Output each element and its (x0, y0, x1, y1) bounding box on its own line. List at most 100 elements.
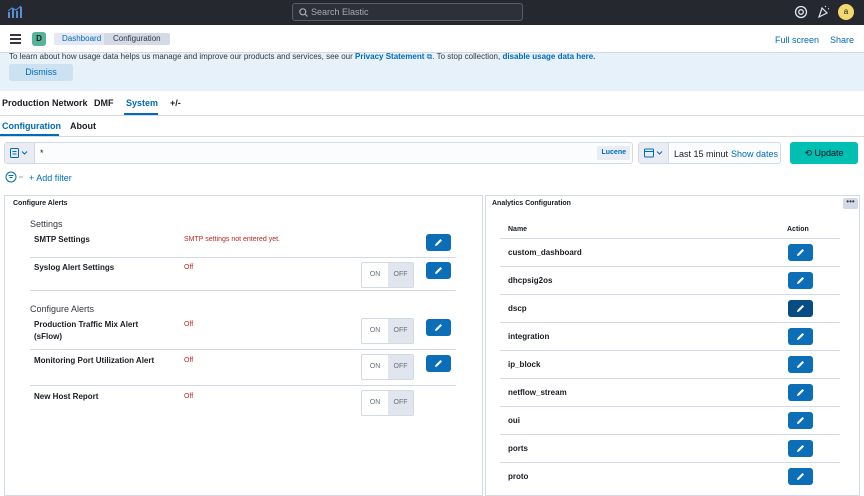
pencil-icon (435, 324, 442, 331)
pencil-icon (797, 389, 804, 396)
query-value: * (40, 148, 44, 158)
tab-about[interactable]: About (70, 121, 96, 131)
pencil-icon (797, 249, 804, 256)
edit-row-button[interactable] (788, 244, 813, 261)
alert-name: SMTP Settings (34, 235, 90, 244)
date-picker[interactable]: Last 15 minut Show dates (638, 142, 781, 164)
privacy-statement-link[interactable]: Privacy Statement (355, 52, 424, 61)
dismiss-button[interactable]: Dismiss (9, 64, 73, 81)
filter-options-icon[interactable] (5, 171, 25, 185)
toggle-on[interactable]: ON (362, 355, 388, 379)
edit-row-button[interactable] (788, 272, 813, 289)
row-name: dscp (508, 304, 527, 313)
newsfeed-cheer-icon[interactable] (816, 5, 830, 19)
edit-row-button[interactable] (788, 440, 813, 457)
table-row: netflow_stream (500, 379, 840, 407)
tab-add-remove[interactable]: +/- (170, 98, 181, 108)
panel-options-icon[interactable]: ••• (843, 198, 858, 209)
full-screen-link[interactable]: Full screen (775, 35, 819, 45)
query-language-button[interactable]: Lucene (597, 146, 630, 160)
pencil-icon (435, 360, 442, 367)
syslog-toggle[interactable]: ON OFF (361, 262, 414, 288)
edit-row-button[interactable] (788, 384, 813, 401)
row-name: ports (508, 444, 528, 453)
tab-configuration[interactable]: Configuration (2, 121, 61, 131)
row-name: netflow_stream (508, 388, 567, 397)
toggle-on[interactable]: ON (362, 319, 388, 343)
pencil-icon (797, 305, 804, 312)
pencil-icon (435, 267, 442, 274)
edit-row-button[interactable] (788, 412, 813, 429)
column-header-action: Action (787, 226, 809, 233)
help-lifebuoy-icon[interactable] (794, 5, 808, 19)
time-range-text: Last 15 minut (674, 149, 729, 159)
alert-status: Off (184, 357, 194, 364)
configure-alerts-heading: Configure Alerts (30, 304, 95, 314)
edit-row-button[interactable] (788, 328, 813, 345)
breadcrumb-dashboard[interactable]: Dashboard (54, 33, 112, 45)
add-filter-button[interactable]: + Add filter (29, 173, 72, 183)
saved-query-menu[interactable] (5, 143, 35, 163)
query-input[interactable]: * Lucene (4, 142, 633, 164)
alert-row-new-host: New Host Report Off ON OFF (30, 386, 456, 418)
edit-smtp-button[interactable] (426, 234, 451, 251)
row-name: ip_block (508, 360, 541, 369)
pencil-icon (797, 445, 804, 452)
show-dates-link[interactable]: Show dates (731, 149, 778, 159)
alert-name: Monitoring Port Utilization Alert (34, 356, 155, 365)
alert-status: SMTP settings not entered yet. (184, 236, 280, 243)
breadcrumb-configuration: Configuration (104, 33, 170, 45)
tab-production-network[interactable]: Production Network (2, 98, 88, 108)
global-search-input[interactable]: Search Elastic (292, 3, 523, 21)
row-name: custom_dashboard (508, 248, 582, 257)
edit-row-button[interactable] (788, 356, 813, 373)
menu-toggle-icon[interactable] (10, 34, 21, 44)
share-link[interactable]: Share (830, 35, 854, 45)
toggle-off[interactable]: OFF (388, 263, 413, 287)
refresh-icon: ⟲ (804, 148, 815, 158)
quick-menu-button[interactable] (639, 143, 669, 163)
dashboard-logo-icon[interactable] (7, 5, 23, 19)
disable-usage-data-link[interactable]: disable usage data here. (502, 52, 595, 61)
port-utilization-toggle[interactable]: ON OFF (361, 354, 414, 380)
edit-traffic-mix-button[interactable] (426, 319, 451, 336)
toggle-off[interactable]: OFF (388, 391, 413, 415)
edit-row-button[interactable] (788, 468, 813, 485)
configure-alerts-title: Configure Alerts (13, 200, 68, 207)
calendar-icon (644, 148, 663, 158)
toggle-on[interactable]: ON (362, 391, 388, 415)
telemetry-callout: To learn about how usage data helps us m… (0, 52, 864, 91)
user-avatar[interactable]: a (838, 4, 854, 20)
alert-name: Syslog Alert Settings (34, 263, 115, 272)
new-host-toggle[interactable]: ON OFF (361, 390, 414, 416)
alert-status: Off (184, 264, 194, 271)
edit-syslog-button[interactable] (426, 262, 451, 279)
alert-row-syslog: Syslog Alert Settings Off ON OFF (30, 258, 456, 291)
toggle-off[interactable]: OFF (388, 355, 413, 379)
tab-system[interactable]: System (126, 98, 158, 108)
table-row: ports (500, 435, 840, 463)
row-name: integration (508, 332, 550, 341)
alert-name: New Host Report (34, 392, 99, 401)
table-row: custom_dashboard (500, 239, 840, 267)
edit-port-utilization-button[interactable] (426, 355, 451, 372)
toggle-on[interactable]: ON (362, 263, 388, 287)
update-button[interactable]: ⟲ Update (790, 142, 858, 164)
tab-dmf[interactable]: DMF (94, 98, 114, 108)
edit-row-button[interactable] (788, 300, 813, 317)
row-name: oui (508, 416, 520, 425)
sub-tabs-divider (0, 136, 864, 137)
saved-query-icon (10, 148, 28, 158)
space-avatar[interactable]: D (32, 32, 46, 46)
analytics-configuration-title: Analytics Configuration (492, 200, 571, 207)
pencil-icon (435, 239, 442, 246)
table-row: dhcpsig2os (500, 267, 840, 295)
toggle-off[interactable]: OFF (388, 319, 413, 343)
pencil-icon (797, 277, 804, 284)
settings-heading: Settings (30, 219, 63, 229)
table-row: oui (500, 407, 840, 435)
traffic-mix-toggle[interactable]: ON OFF (361, 318, 414, 344)
alert-name: Production Traffic Mix Alert (sFlow) (34, 320, 139, 341)
alert-row-traffic-mix: Production Traffic Mix Alert (sFlow) Off… (30, 314, 456, 350)
table-row: integration (500, 323, 840, 351)
